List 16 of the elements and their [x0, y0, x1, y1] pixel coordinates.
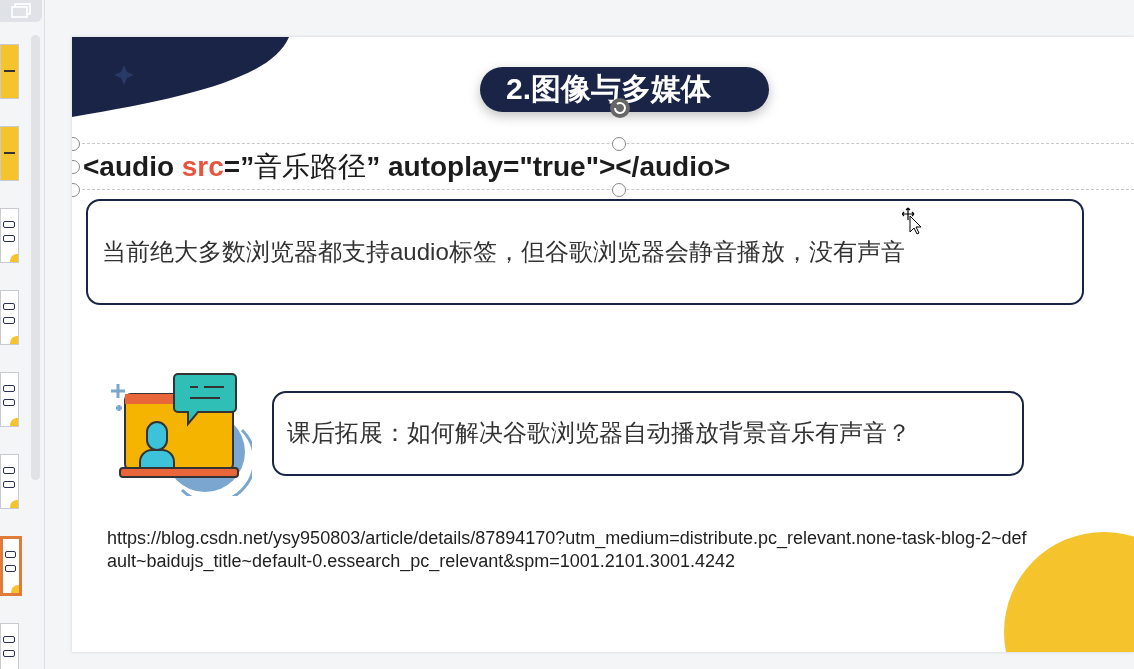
link-text[interactable]: https://blog.csdn.net/ysy950803/article/details/87894170?utm_medium=distribute.pc_relevant.none-task-blog-2~default~baidujs_title~default-0.essearch_pc_relevant&spm=1001.2101.3001.4242	[107, 527, 1027, 573]
resize-handle[interactable]	[612, 183, 626, 197]
slide-thumbnail[interactable]	[0, 372, 19, 427]
slide-thumbnail[interactable]	[0, 454, 19, 509]
slide-thumbnail[interactable]	[0, 536, 22, 596]
note-text: 当前绝大多数浏览器都支持audio标签，但谷歌浏览器会静音播放，没有声音	[86, 199, 1084, 305]
slide-thumbnail[interactable]	[0, 623, 19, 669]
slide-thumbnail[interactable]	[0, 208, 19, 263]
code-line: <audio src=”音乐路径” autoplay="true"></audio>	[83, 149, 731, 184]
slide-thumbnail[interactable]	[0, 126, 19, 181]
slide-thumbnail[interactable]	[0, 44, 19, 99]
slide-title: 2.图像与多媒体	[480, 67, 770, 112]
resize-handle[interactable]	[612, 137, 626, 151]
move-cursor-icon	[902, 207, 922, 235]
slide-thumbnail[interactable]	[0, 290, 19, 345]
question-text: 课后拓展：如何解决谷歌浏览器自动播放背景音乐有声音？	[272, 390, 1024, 476]
